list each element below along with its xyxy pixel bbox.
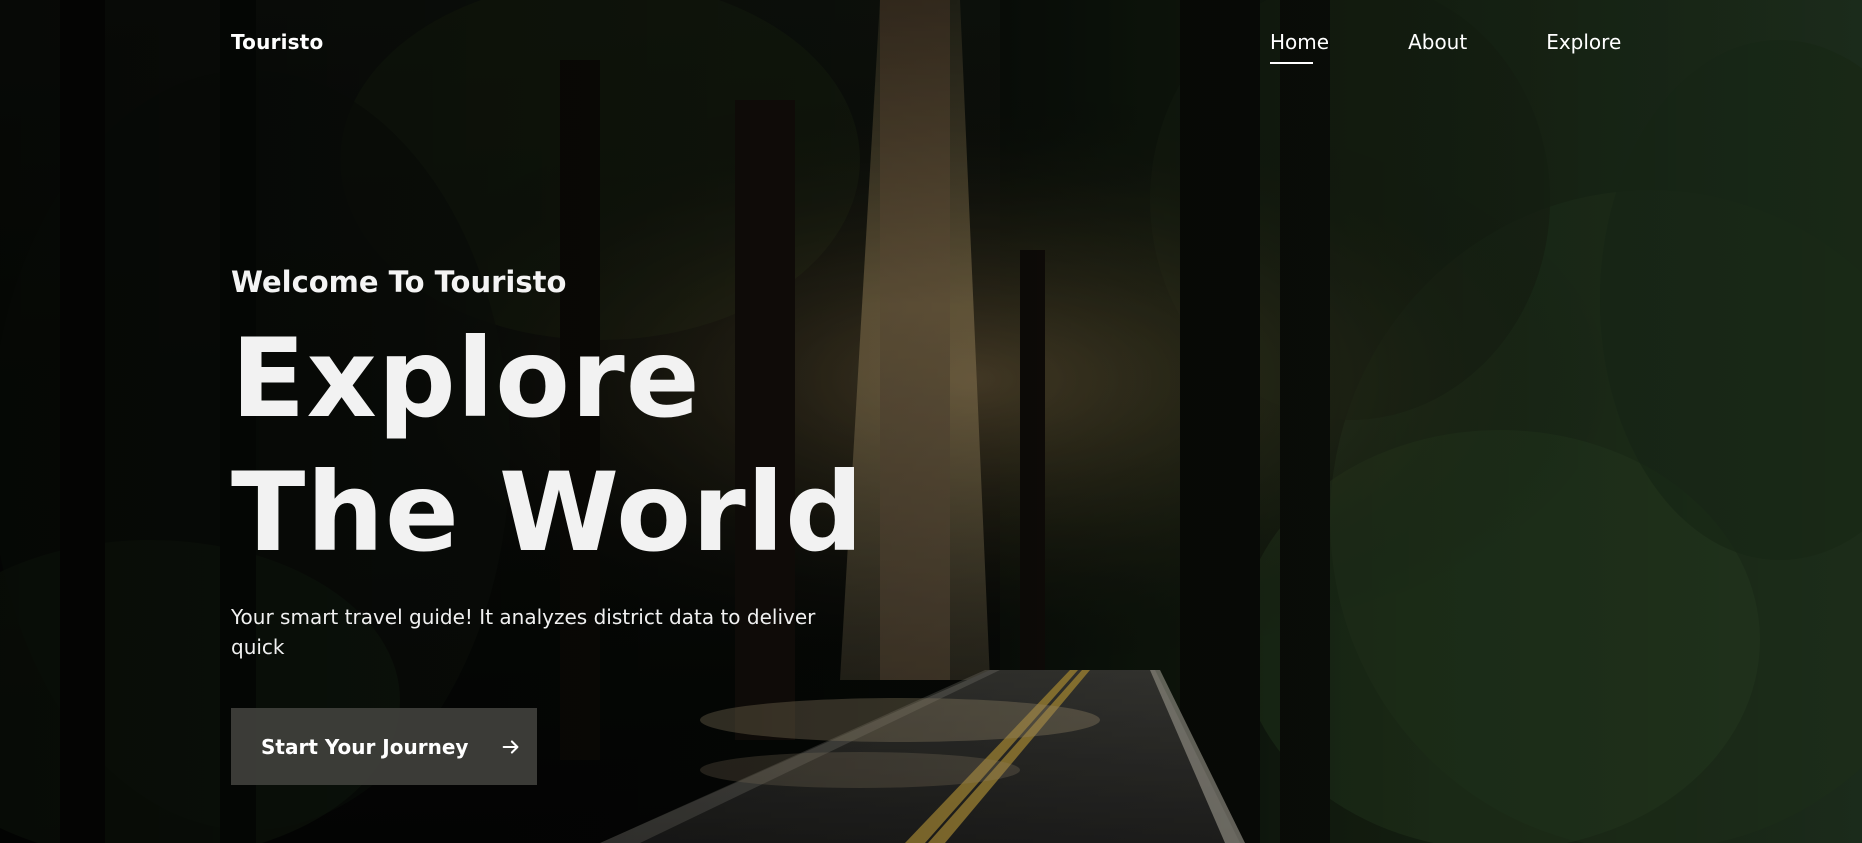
hero-section: Touristo Home About Explore Welcome To T…	[0, 0, 1862, 843]
hero-content: Welcome To Touristo Explore The World Yo…	[231, 262, 871, 662]
headline-line-1: Explore	[231, 315, 701, 442]
start-journey-button[interactable]: Start Your Journey	[231, 708, 537, 785]
hero-headline: Explore The World	[231, 312, 871, 580]
arrow-right-icon	[503, 739, 519, 754]
welcome-subtitle: Welcome To Touristo	[231, 265, 567, 299]
nav-item-explore[interactable]: Explore	[1546, 30, 1621, 64]
brand-logo-text[interactable]: Touristo	[231, 30, 324, 54]
hero-description: Your smart travel guide! It analyzes dis…	[231, 605, 816, 659]
nav-links: Home About Explore	[1270, 30, 1621, 64]
headline-line-2: The World	[231, 449, 865, 576]
nav-item-about[interactable]: About	[1408, 30, 1467, 64]
start-journey-label: Start Your Journey	[261, 734, 469, 759]
top-navigation: Touristo Home About Explore	[0, 0, 1862, 90]
nav-item-home[interactable]: Home	[1270, 30, 1329, 64]
